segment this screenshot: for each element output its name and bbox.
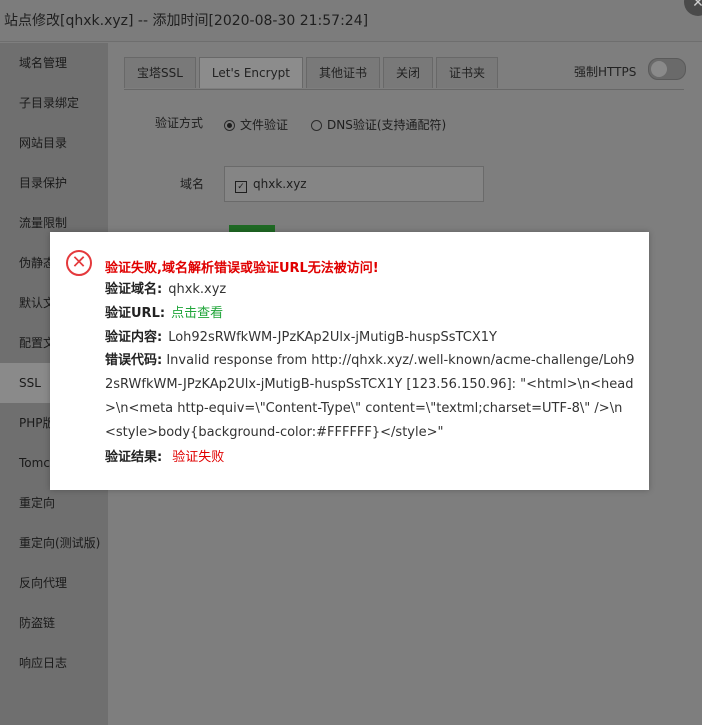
domain-item[interactable]: qhxk.xyz	[253, 177, 307, 191]
sidebar-item-site-dir[interactable]: 网站目录	[0, 123, 108, 163]
sidebar-item-subdir[interactable]: 子目录绑定	[0, 83, 108, 123]
radio-label: DNS验证(支持通配符)	[327, 118, 447, 132]
verify-result-key: 验证结果:	[105, 450, 163, 465]
error-code-key: 错误代码:	[105, 353, 163, 368]
tab-cert-folder[interactable]: 证书夹	[436, 57, 499, 88]
domain-label: 域名	[180, 177, 205, 191]
error-code-value: Invalid response from http://qhxk.xyz/.w…	[105, 353, 635, 440]
domain-list: ✓ qhxk.xyz	[224, 166, 484, 202]
tab-letsencrypt[interactable]: Let's Encrypt	[198, 57, 303, 88]
force-https-label: 强制HTTPS	[574, 65, 637, 79]
sidebar-item-hotlink[interactable]: 防盗链	[0, 603, 108, 643]
verify-url-key: 验证URL:	[105, 306, 166, 321]
ssl-tabs: 宝塔SSL Let's Encrypt 其他证书 关闭 证书夹	[124, 57, 501, 89]
sidebar-item-dir-protect[interactable]: 目录保护	[0, 163, 108, 203]
sidebar-item-redirect-beta[interactable]: 重定向(测试版)	[0, 523, 108, 563]
radio-file-verify[interactable]: 文件验证	[224, 116, 288, 133]
verify-url-link[interactable]: 点击查看	[171, 306, 223, 321]
sidebar-item-logs[interactable]: 响应日志	[0, 643, 108, 683]
close-circle-icon: ✕	[66, 250, 92, 276]
window-title: 站点修改[qhxk.xyz] -- 添加时间[2020-08-30 21:57:…	[0, 0, 702, 42]
force-https-toggle[interactable]	[648, 58, 686, 80]
verify-result-value: 验证失败	[172, 450, 225, 465]
verify-domain-row: 验证域名: qhxk.xyz	[105, 278, 226, 302]
verify-domain-key: 验证域名:	[105, 282, 163, 297]
toggle-knob	[651, 61, 667, 77]
sidebar-item-proxy[interactable]: 反向代理	[0, 563, 108, 603]
radio-label: 文件验证	[240, 118, 289, 132]
radio-checked-icon	[224, 120, 235, 131]
verify-url-row: 验证URL: 点击查看	[105, 302, 223, 326]
tab-other-cert[interactable]: 其他证书	[306, 57, 381, 88]
error-code-row: 错误代码: Invalid response from http://qhxk.…	[105, 349, 635, 445]
verify-content-key: 验证内容:	[105, 330, 163, 345]
radio-unchecked-icon	[311, 120, 322, 131]
tab-close[interactable]: 关闭	[383, 57, 434, 88]
checkbox-checked-icon[interactable]: ✓	[235, 181, 247, 193]
tab-bt-ssl[interactable]: 宝塔SSL	[124, 57, 196, 88]
verify-result-row: 验证结果: 验证失败	[105, 446, 224, 470]
sidebar-item-domain[interactable]: 域名管理	[0, 43, 108, 83]
verify-domain-value: qhxk.xyz	[168, 282, 227, 297]
error-dialog: ✕ 验证失败,域名解析错误或验证URL无法被访问! 验证域名: qhxk.xyz …	[50, 232, 649, 490]
radio-dns-verify[interactable]: DNS验证(支持通配符)	[311, 116, 446, 133]
verify-method-label: 验证方式	[155, 116, 204, 130]
tab-divider	[124, 89, 684, 90]
verify-content-row: 验证内容: Loh92sRWfkWM-JPzKAp2Ulx-jMutigB-hus…	[105, 326, 497, 350]
verify-content-value: Loh92sRWfkWM-JPzKAp2Ulx-jMutigB-huspSsTC…	[168, 330, 497, 345]
error-title: 验证失败,域名解析错误或验证URL无法被访问!	[105, 261, 379, 276]
